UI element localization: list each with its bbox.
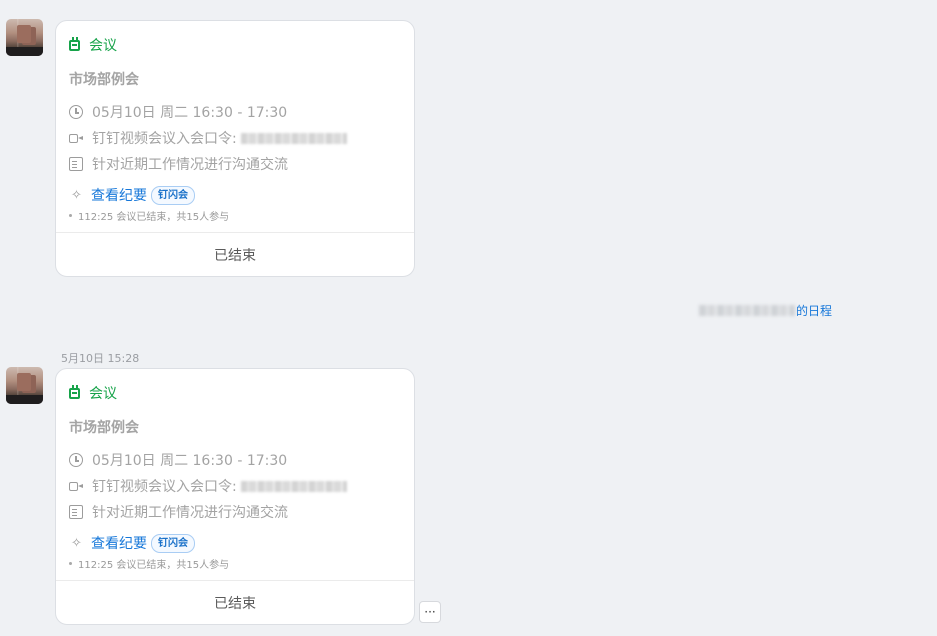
redacted-meeting-code <box>240 480 347 492</box>
bullet-dot <box>69 561 72 565</box>
meeting-stats-text: 112:25 会议已结束，共15人参与 <box>78 559 230 571</box>
view-summary-link[interactable]: 查看纪要 <box>91 185 147 205</box>
card-type-label: 会议 <box>89 38 117 54</box>
ai-spark-icon: ✧ <box>71 187 82 203</box>
sender-avatar[interactable] <box>6 19 43 56</box>
video-meeting-label: 钉钉视频会议入会口令: <box>92 479 237 495</box>
card-type-label: 会议 <box>89 386 117 402</box>
meeting-time-row: 05月10日 周二 16:30 - 17:30 <box>69 102 287 122</box>
meeting-status-footer[interactable]: 已结束 <box>56 580 414 624</box>
video-camera-icon <box>69 131 83 145</box>
video-meeting-label: 钉钉视频会议入会口令: <box>92 131 237 147</box>
summary-row: ✧ 查看纪要 钉闪会 <box>69 184 195 206</box>
meeting-description: 针对近期工作情况进行沟通交流 <box>92 157 288 173</box>
meeting-stats: 112:25 会议已结束，共15人参与 <box>69 208 230 223</box>
meeting-time-row: 05月10日 周二 16:30 - 17:30 <box>69 450 287 470</box>
meeting-stats-text: 112:25 会议已结束，共15人参与 <box>78 211 230 223</box>
dingshanhui-tag: 钉闪会 <box>151 185 195 205</box>
meeting-status: 已结束 <box>214 247 256 264</box>
message-timestamp: 5月10日 15:28 <box>61 352 140 365</box>
meeting-title: 市场部例会 <box>69 72 139 88</box>
meeting-time: 05月10日 周二 16:30 - 17:30 <box>92 105 288 121</box>
video-camera-icon <box>69 479 83 493</box>
view-summary-link[interactable]: 查看纪要 <box>91 533 147 553</box>
meeting-status: 已结束 <box>214 595 256 612</box>
schedule-link[interactable]: 的日程 <box>796 302 832 319</box>
document-icon <box>69 505 83 519</box>
card-header: 会议 <box>69 34 117 56</box>
dingshanhui-tag: 钉闪会 <box>151 533 195 553</box>
meeting-card[interactable]: 会议 市场部例会 05月10日 周二 16:30 - 17:30 钉钉视频会议入… <box>55 368 415 625</box>
calendar-icon <box>69 36 80 51</box>
document-icon <box>69 157 83 171</box>
video-meeting-row: 钉钉视频会议入会口令: <box>69 476 347 496</box>
more-options-button[interactable]: ··· <box>419 601 441 623</box>
meeting-time: 05月10日 周二 16:30 - 17:30 <box>92 453 288 469</box>
system-notice: 的日程 <box>699 302 832 318</box>
meeting-title: 市场部例会 <box>69 420 139 436</box>
bullet-dot <box>69 213 72 217</box>
ai-spark-icon: ✧ <box>71 535 82 551</box>
sender-avatar[interactable] <box>6 367 43 404</box>
clock-icon <box>69 105 83 119</box>
meeting-stats: 112:25 会议已结束，共15人参与 <box>69 556 230 571</box>
clock-icon <box>69 453 83 467</box>
description-row: 针对近期工作情况进行沟通交流 <box>69 154 288 174</box>
meeting-card[interactable]: 会议 市场部例会 05月10日 周二 16:30 - 17:30 钉钉视频会议入… <box>55 20 415 277</box>
calendar-icon <box>69 384 80 399</box>
meeting-status-footer[interactable]: 已结束 <box>56 232 414 276</box>
description-row: 针对近期工作情况进行沟通交流 <box>69 502 288 522</box>
summary-row: ✧ 查看纪要 钉闪会 <box>69 532 195 554</box>
redacted-meeting-code <box>240 132 347 144</box>
video-meeting-row: 钉钉视频会议入会口令: <box>69 128 347 148</box>
meeting-description: 针对近期工作情况进行沟通交流 <box>92 505 288 521</box>
redacted-user-name <box>699 304 795 316</box>
card-header: 会议 <box>69 382 117 404</box>
